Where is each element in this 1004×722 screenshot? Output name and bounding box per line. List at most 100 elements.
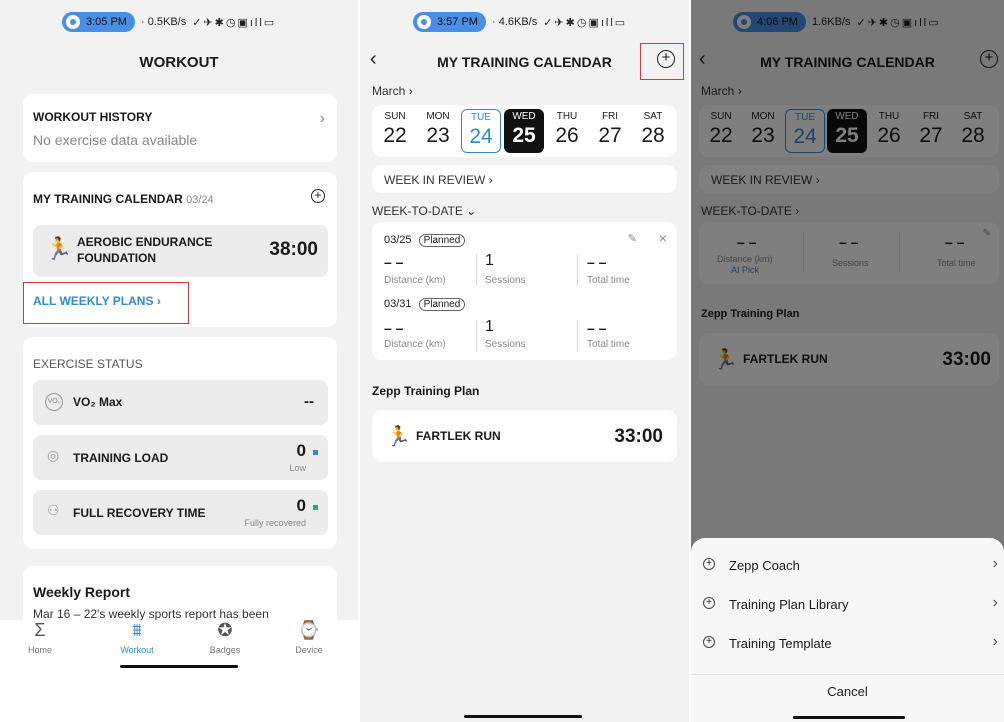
chevron-down-icon: ⌄ — [466, 204, 477, 218]
load-level: Low — [289, 463, 306, 473]
chevron-right-icon: › — [992, 594, 998, 611]
calendar-title: MY TRAINING CALENDAR 03/24 — [33, 192, 214, 206]
entry2-sessions-value: 1 — [485, 318, 494, 335]
badge-icon: ✪ — [217, 620, 233, 640]
day-mon[interactable]: MON 23 — [418, 111, 458, 148]
fartlek-run-card[interactable]: 🏃 FARTLEK RUN 33:00 — [372, 410, 677, 462]
entry2-total-label: Total time — [587, 339, 630, 350]
entry1-header: 03/25 Planned — [384, 234, 466, 247]
status-time: 3:57 PM — [437, 16, 478, 28]
day-num: 28 — [641, 124, 665, 147]
month-selector[interactable]: March › — [372, 84, 413, 98]
home-indicator — [120, 665, 238, 668]
day-tue[interactable]: TUE 24 — [461, 109, 501, 153]
menu-training-template[interactable]: + Training Template › — [691, 628, 1004, 662]
workout-icon: ⩩ — [132, 620, 142, 640]
close-icon[interactable]: × — [659, 230, 667, 246]
divider — [691, 674, 1004, 675]
watch-icon: ⌚ — [297, 620, 321, 640]
training-calendar-screen: 3:57 PM · 4.6KB/s ✓✈✱◷▣ıll▭ ‹ MY TRAININ… — [360, 0, 689, 722]
entry1-total-value: – – — [587, 254, 607, 270]
calendar-date: 03/24 — [186, 194, 214, 206]
week-to-date-card: 03/25 Planned ✎ × – – Distance (km) 1 Se… — [372, 222, 677, 360]
recovery-indicator — [313, 505, 318, 510]
training-load-row[interactable]: ◎ TRAINING LOAD 0 Low — [33, 435, 328, 480]
home-icon: Σ — [34, 620, 46, 640]
nav-badges-label: Badges — [209, 645, 241, 655]
status-time: 3:05 PM — [86, 16, 127, 28]
day-fri[interactable]: FRI 27 — [590, 111, 630, 148]
day-name: TUE — [471, 112, 491, 123]
vo2-row[interactable]: VO₂ VO₂ Max -- — [33, 380, 328, 425]
vo2-icon: VO₂ — [45, 393, 63, 411]
home-indicator — [464, 715, 582, 718]
status-bar: 3:57 PM · 4.6KB/s ✓✈✱◷▣ıll▭ — [413, 10, 627, 34]
status-speed: · 0.5KB/s — [140, 16, 187, 28]
entry1-date: 03/25 — [384, 234, 412, 246]
entry2-header: 03/31 Planned — [384, 298, 466, 311]
day-sat[interactable]: SAT 28 — [633, 111, 673, 148]
nav-home-label: Home — [27, 645, 52, 655]
menu-label: Training Template — [729, 636, 832, 651]
edit-icon[interactable]: ✎ — [628, 232, 637, 245]
day-wed[interactable]: WED 25 — [504, 109, 544, 153]
week-review-label: WEEK IN REVIEW › — [384, 173, 493, 187]
location-pill: 3:05 PM — [62, 12, 135, 32]
run-time: 33:00 — [614, 426, 663, 447]
divider — [577, 320, 578, 352]
report-title: Weekly Report — [33, 584, 130, 600]
location-icon — [417, 15, 431, 29]
plus-circle-icon: + — [703, 558, 715, 570]
plan-time: 38:00 — [269, 239, 318, 260]
page-title: WORKOUT — [139, 54, 219, 71]
recovery-row[interactable]: ⚇ FULL RECOVERY TIME 0 Fully recovered — [33, 490, 328, 535]
recovery-status: Fully recovered — [244, 518, 306, 528]
status-icons: ✓✈✱◷▣ıll▭ — [192, 16, 277, 29]
location-pill: 3:57 PM — [413, 12, 486, 32]
entry2-sessions-label: Sessions — [485, 339, 526, 350]
nav-home[interactable]: Σ Home — [18, 620, 62, 655]
load-label: TRAINING LOAD — [73, 451, 169, 465]
recovery-value: 0 — [296, 496, 306, 515]
nav-workout[interactable]: ⩩ Workout — [112, 620, 162, 655]
day-num: 26 — [555, 124, 579, 147]
home-indicator — [793, 716, 905, 719]
status-icons: ✓✈✱◷▣ıll▭ — [543, 16, 628, 29]
day-name: SAT — [643, 111, 663, 122]
add-plan-sheet: + Zepp Coach › + Training Plan Library ›… — [691, 538, 1004, 722]
week-review-text: WEEK IN REVIEW — [384, 173, 486, 187]
highlight-box — [640, 43, 684, 80]
workout-screen: 3:05 PM · 0.5KB/s ✓✈✱◷▣ıll▭ WORKOUT WORK… — [0, 0, 358, 722]
highlight-box — [23, 282, 189, 324]
entry2-distance-label: Distance (km) — [384, 339, 446, 350]
day-num: 22 — [383, 124, 407, 147]
chevron-right-icon: › — [488, 173, 493, 187]
chevron-right-icon: › — [319, 110, 325, 127]
cancel-button[interactable]: Cancel — [691, 684, 1004, 699]
menu-zepp-coach[interactable]: + Zepp Coach › — [691, 550, 1004, 584]
entry2-distance-value: – – — [384, 320, 404, 336]
nav-device-label: Device — [295, 645, 323, 655]
day-sun[interactable]: SUN 22 — [375, 111, 415, 148]
vo2-label: VO₂ Max — [73, 395, 123, 409]
plan-row[interactable]: 🏃 AEROBIC ENDURANCE FOUNDATION 38:00 — [33, 225, 328, 277]
week-to-date-toggle[interactable]: WEEK-TO-DATE ⌄ — [372, 204, 476, 218]
nav-badges[interactable]: ✪ Badges — [200, 620, 250, 655]
entry1-distance-label: Distance (km) — [384, 275, 446, 286]
menu-training-plan-library[interactable]: + Training Plan Library › — [691, 589, 1004, 623]
day-thu[interactable]: THU 26 — [547, 111, 587, 148]
menu-label: Zepp Coach — [729, 558, 800, 573]
day-name: MON — [426, 111, 450, 122]
workout-history-card[interactable]: WORKOUT HISTORY No exercise data availab… — [23, 94, 337, 162]
week-in-review-button[interactable]: WEEK IN REVIEW › — [372, 165, 677, 193]
bottom-nav: Σ Home ⩩ Workout ✪ Badges ⌚ Device — [0, 620, 358, 722]
menu-label: Training Plan Library — [729, 597, 849, 612]
runner-icon: 🏃 — [386, 426, 411, 448]
planned-badge: Planned — [418, 298, 466, 311]
entry2-total-value: – – — [587, 320, 607, 336]
vo2-value: -- — [304, 393, 314, 410]
day-name: THU — [556, 111, 578, 122]
load-value: 0 — [296, 441, 306, 460]
add-plan-icon[interactable]: + — [311, 189, 325, 203]
nav-device[interactable]: ⌚ Device — [284, 620, 334, 655]
